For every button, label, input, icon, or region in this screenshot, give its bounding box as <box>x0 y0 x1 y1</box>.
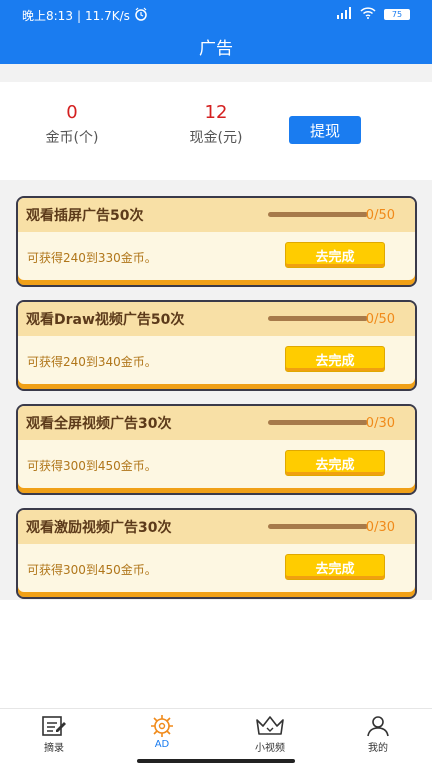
status-speed: 11.7K/s <box>85 8 130 23</box>
task-name: 观看插屏广告50次 <box>26 208 144 224</box>
earnings-summary: 0 金币(个) 12 现金(元) 提现 <box>0 82 432 180</box>
complete-task-button[interactable]: 去完成 <box>285 450 385 476</box>
tab-label: AD <box>154 739 170 750</box>
tab-excerpt[interactable]: 摘录 <box>24 713 84 754</box>
coins-stat: 0 金币(个) <box>22 102 122 147</box>
task-card: 观看Draw视频广告50次 0/50 可获得240到340金币。 去完成 <box>16 300 417 391</box>
task-progress-count: 0/50 <box>365 208 395 223</box>
tab-ad[interactable]: AD <box>132 713 192 750</box>
task-card: 观看全屏视频广告30次 0/30 可获得300到450金币。 去完成 <box>16 404 417 495</box>
task-reward: 可获得300到450金币。 <box>27 563 157 577</box>
complete-task-button[interactable]: 去完成 <box>285 346 385 372</box>
nav-bar: 广告 <box>0 30 432 64</box>
coins-label: 金币(个) <box>45 130 99 146</box>
cash-value: 12 <box>204 102 228 123</box>
withdraw-button[interactable]: 提现 <box>289 116 361 144</box>
complete-task-button[interactable]: 去完成 <box>285 242 385 268</box>
status-separator: | <box>76 8 81 23</box>
edit-icon <box>24 713 84 739</box>
cash-label: 现金(元) <box>189 130 243 146</box>
status-bar: 晚上8:13 | 11.7K/s 75 <box>0 0 432 30</box>
coins-value: 0 <box>66 102 78 123</box>
signal-icon <box>336 7 352 22</box>
tab-label: 小视频 <box>255 743 285 754</box>
task-name: 观看激励视频广告30次 <box>26 520 172 536</box>
task-progress-count: 0/50 <box>365 312 395 327</box>
task-progress-count: 0/30 <box>365 520 395 535</box>
battery-icon: 75 <box>384 9 410 20</box>
complete-task-button[interactable]: 去完成 <box>285 554 385 580</box>
task-reward: 可获得240到340金币。 <box>27 355 157 369</box>
task-reward: 可获得240到330金币。 <box>27 251 157 265</box>
task-progress-bar <box>268 212 368 217</box>
home-indicator[interactable] <box>137 759 295 763</box>
user-icon <box>348 713 408 739</box>
task-name: 观看全屏视频广告30次 <box>26 416 172 432</box>
tab-label: 我的 <box>368 743 388 754</box>
tab-mine[interactable]: 我的 <box>348 713 408 754</box>
cash-stat: 12 现金(元) <box>166 102 266 147</box>
gear-icon <box>132 713 192 739</box>
task-progress-bar <box>268 316 368 321</box>
task-card: 观看激励视频广告30次 0/30 可获得300到450金币。 去完成 <box>16 508 417 599</box>
tab-label: 摘录 <box>44 743 64 754</box>
status-time: 晚上8:13 <box>22 9 73 23</box>
page-title: 广告 <box>199 39 233 59</box>
task-name: 观看Draw视频广告50次 <box>26 312 185 328</box>
task-card: 观看插屏广告50次 0/50 可获得240到330金币。 去完成 <box>16 196 417 287</box>
crown-icon <box>240 713 300 739</box>
tab-short-video[interactable]: 小视频 <box>240 713 300 754</box>
alarm-icon <box>134 7 148 24</box>
task-progress-bar <box>268 524 368 529</box>
wifi-icon <box>360 7 376 22</box>
task-reward: 可获得300到450金币。 <box>27 459 157 473</box>
task-list: 观看插屏广告50次 0/50 可获得240到330金币。 去完成 观看Draw视… <box>0 180 432 600</box>
task-progress-count: 0/30 <box>365 416 395 431</box>
divider <box>0 64 432 82</box>
task-progress-bar <box>268 420 368 425</box>
